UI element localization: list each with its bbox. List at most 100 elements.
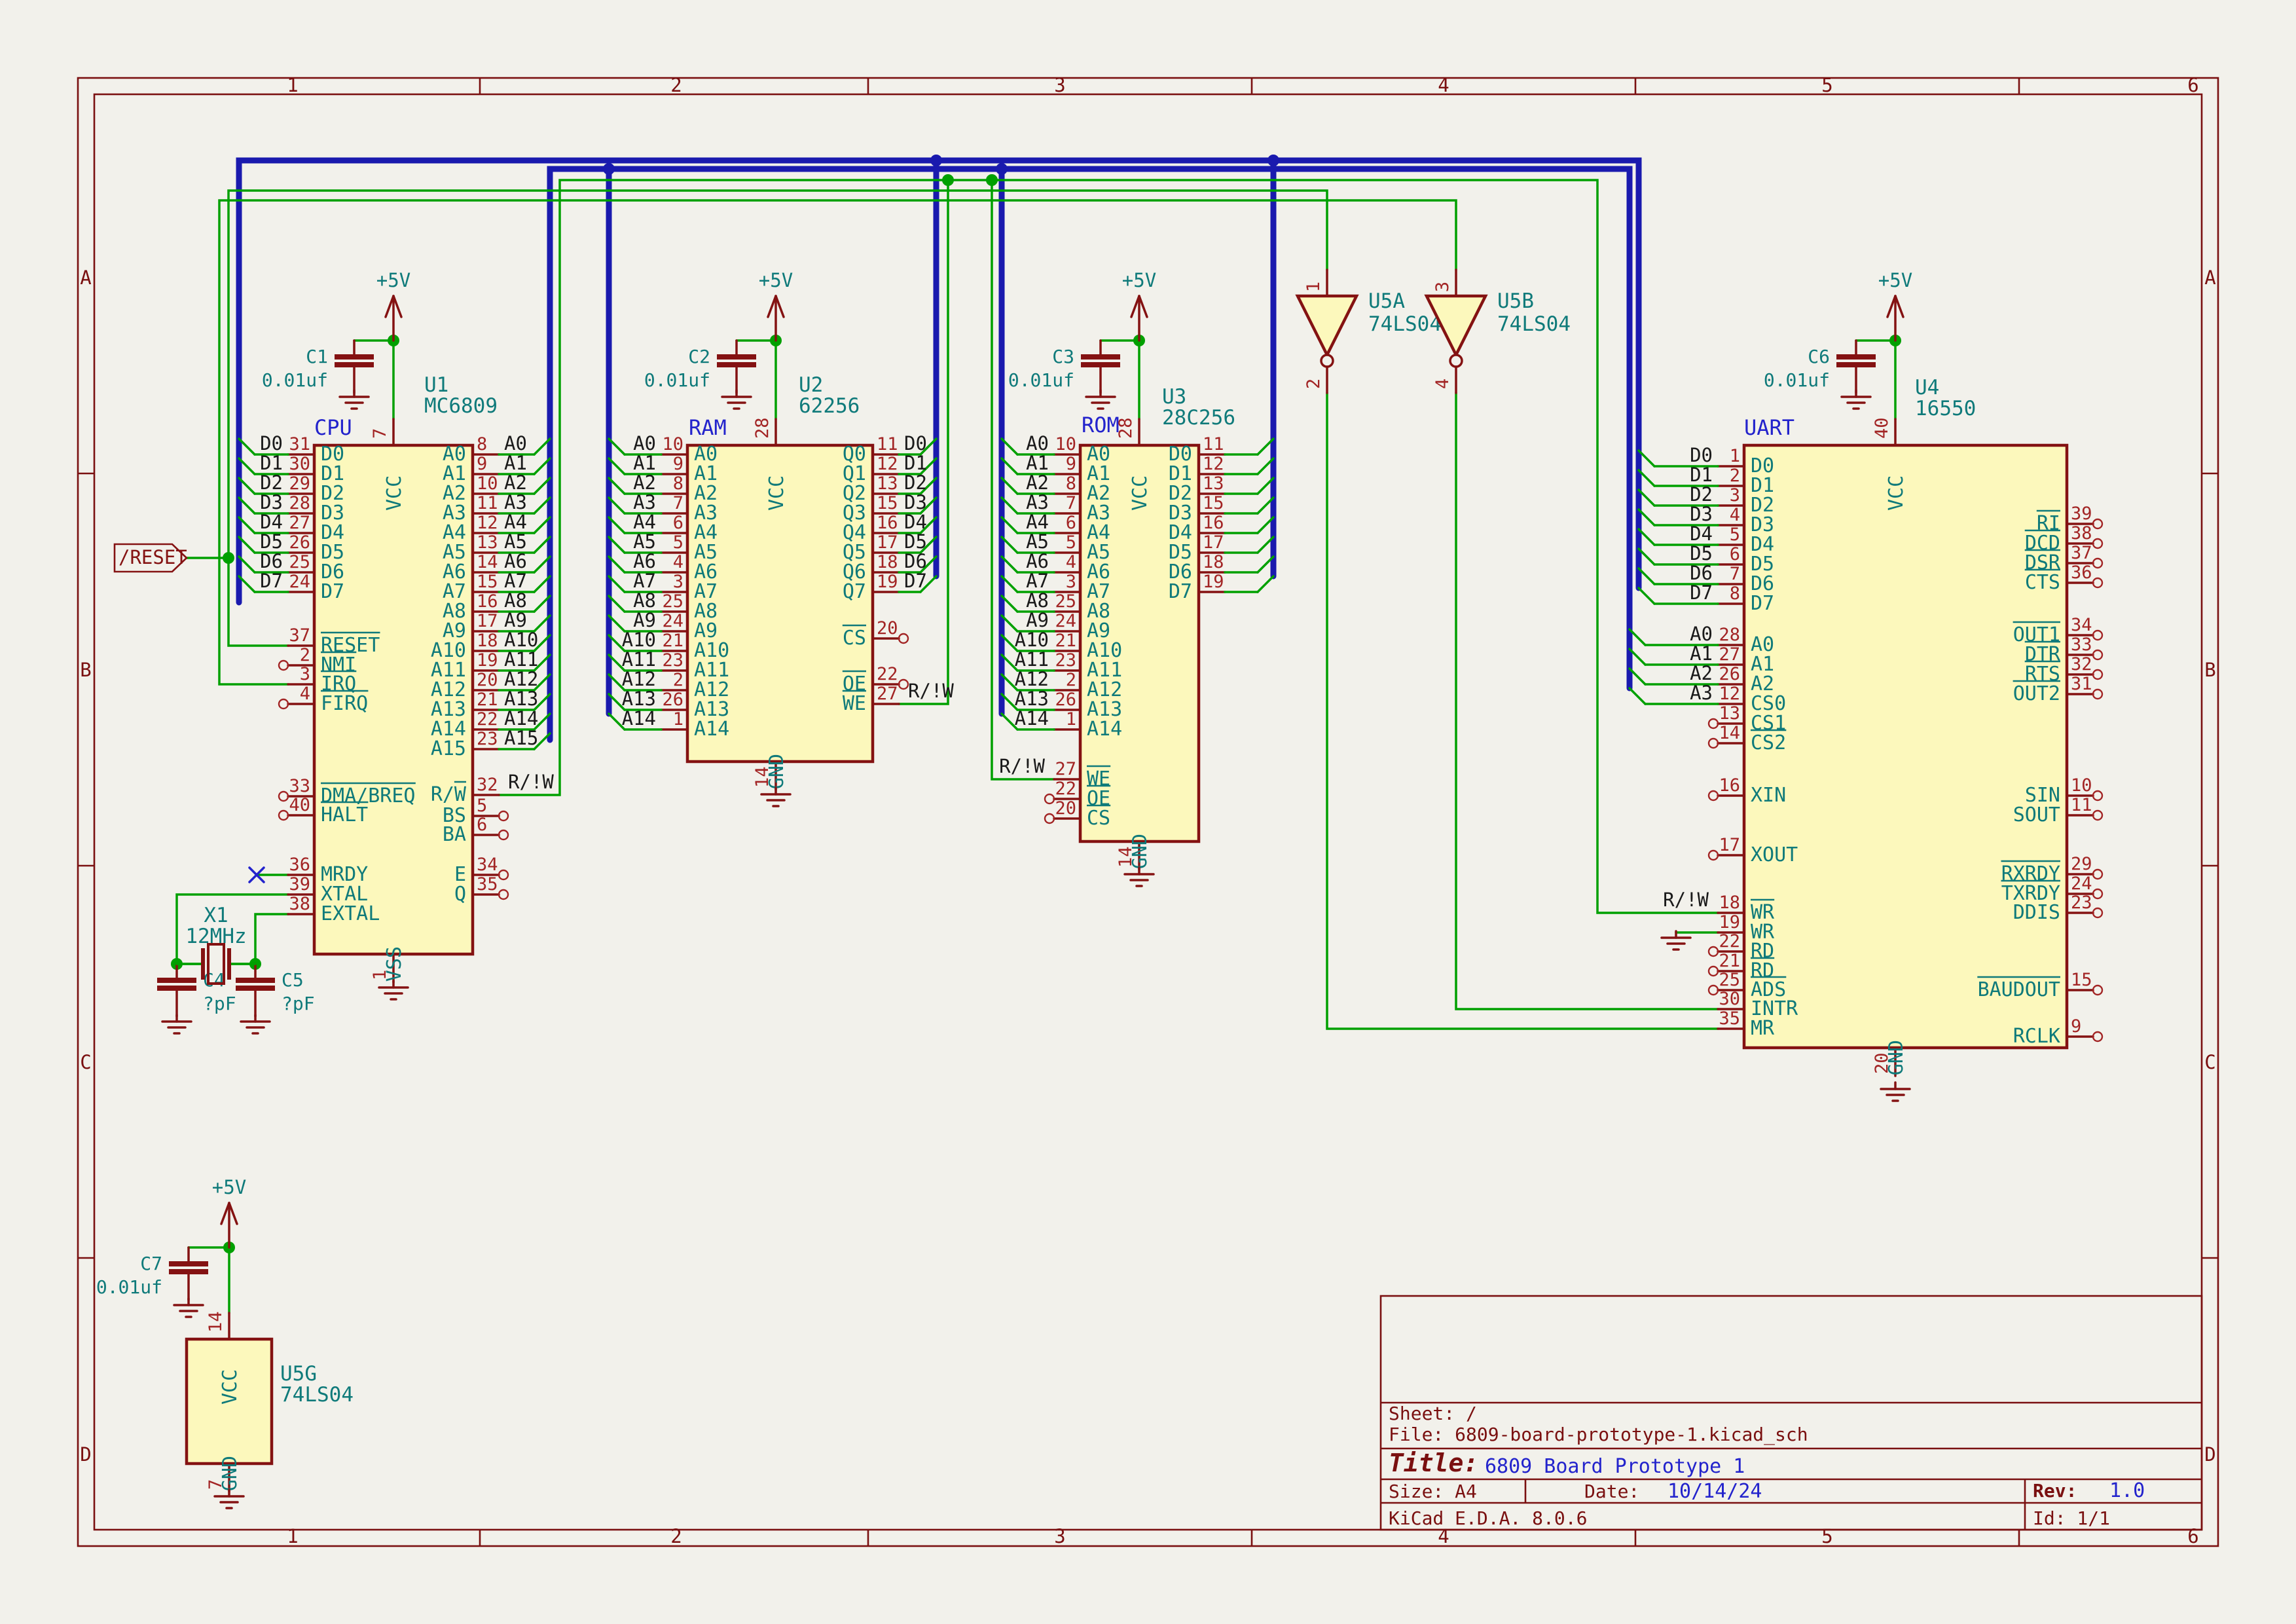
net-label: A9 [633,609,656,631]
pin-number: 4 [1066,552,1076,572]
pin-number: 19 [1719,912,1740,932]
net-label: D3 [904,491,927,513]
bus-entry [1258,576,1273,592]
chip-u1[interactable]: U1MC6809CPU7VCC1VSS31D0D030D1D129D2D228D… [239,373,554,982]
net-label: A13 [622,688,656,710]
net-label: A9 [1026,609,1049,631]
pin-number: 23 [477,729,498,749]
net-label: A1 [504,452,527,474]
value-u1: MC6809 [424,394,498,418]
wire-extal[interactable] [255,914,288,964]
net-label: D6 [260,550,283,572]
net-label: D4 [904,511,927,533]
pin-number: 23 [662,650,683,671]
net-label: A6 [633,550,656,572]
capacitor-c7[interactable]: C70.01uf [96,1247,208,1300]
ground-symbol[interactable] [340,390,369,409]
power-label: +5V [1122,269,1156,291]
net-label: A14 [504,707,538,729]
input-label-reset[interactable]: /RESET [115,544,187,572]
net-label: R/!W [999,755,1045,777]
net-label: A0 [504,432,527,454]
border-col-label: 1 [287,1525,298,1547]
pin-number: 27 [1719,644,1740,665]
ground-symbol[interactable] [1881,1082,1910,1101]
ground-symbol[interactable] [1662,931,1690,950]
pin-number: 2 [1730,466,1740,486]
border-col-label: 6 [2187,1525,2198,1547]
chip-body-u4[interactable] [1744,445,2067,1048]
capacitor-c2[interactable]: C20.01uf [644,341,756,393]
pin-number: 22 [877,664,898,684]
inverter-triangle[interactable] [1298,296,1357,355]
net-label: A11 [504,648,538,671]
pin-number: 39 [289,874,310,895]
chip-u2[interactable]: U262256RAM28VCC14GND10A0A09A1A18A2A27A3A… [609,373,954,790]
pin-number: 30 [1719,989,1740,1009]
net-label: A10 [1015,629,1049,651]
inverter-u5a[interactable]: 12U5A74LS04 [1298,270,1442,393]
ground-symbol[interactable] [761,788,790,806]
capacitor-c5[interactable]: C5?pF [236,964,315,1016]
refdes-u5a: U5A [1368,289,1405,313]
schematic-canvas[interactable]: 112233445566AABBCCDDU1MC6809CPU7VCC1VSS3… [0,0,2296,1624]
unconnected-pin-circle [2093,889,2102,898]
pin-number: 32 [477,775,498,795]
wire-reset[interactable] [1327,393,1718,1029]
tb-size: Size: A4 [1389,1481,1477,1502]
chip-u3[interactable]: U328C256ROM28VCC14GND10A0A09A1A18A2A27A3… [999,385,1273,870]
input-label-text: /RESET [118,546,187,568]
unconnected-pin-circle [1045,794,1054,803]
pin-name: SOUT [2013,803,2060,826]
junction [996,163,1008,175]
junction [942,174,954,186]
net-label: A0 [1690,623,1713,645]
power-flag-5v[interactable]: +5V [212,1176,246,1247]
pin-number: 25 [1719,970,1740,990]
pin-number: 2 [300,645,310,665]
pin-u1-a0[interactable]: 8A0A0 [443,432,550,466]
ground-symbol[interactable] [174,1299,203,1317]
net-label: D6 [904,550,927,572]
ground-symbol[interactable] [379,981,408,999]
pin-name: VCC [1129,475,1152,511]
border-row-label: A [2204,267,2215,289]
power-flag-5v[interactable]: +5V [1122,269,1156,341]
capacitor-c1[interactable]: C10.01uf [262,341,374,393]
net-label: A5 [633,530,656,553]
ground-symbol[interactable] [215,1490,244,1508]
ground-symbol[interactable] [1842,390,1870,409]
pin-name: A15 [431,737,466,760]
power-flag-5v[interactable]: +5V [759,269,793,341]
ground-symbol[interactable] [162,1015,191,1033]
net-label: A3 [1690,682,1713,704]
pin-number: 22 [1055,779,1076,799]
pin-number: 22 [1719,931,1740,951]
border-col-label: 4 [1438,74,1449,96]
pin-number: 1 [673,709,683,729]
pin-number: 17 [1203,532,1224,553]
chip-u5g[interactable]: U5G74LS0414VCC7GND [187,1311,354,1492]
pin-name: HALT [321,803,368,826]
pin-number: 25 [662,591,683,612]
net-label: A2 [504,471,527,494]
pin-name: VCC [383,475,406,511]
pin-number: 33 [2071,635,2092,655]
pin-number: 14 [477,552,498,572]
ground-symbol[interactable] [1125,868,1154,886]
ground-symbol[interactable] [241,1015,270,1033]
capacitor-c3[interactable]: C30.01uf [1008,341,1120,393]
unconnected-pin-circle [1709,791,1718,800]
tb-rev-label: Rev: [2033,1480,2077,1502]
ground-symbol[interactable] [722,390,751,409]
capacitor-c6[interactable]: C60.01uf [1764,341,1876,393]
pin-number: 12 [1719,684,1740,704]
chip-u4[interactable]: U416550UART40VCC20GND1D0D02D1D13D2D24D3D… [1630,376,2102,1076]
ground-symbol[interactable] [1086,390,1115,409]
pin-name: VCC [765,475,788,511]
pin-name: CS2 [1751,731,1786,754]
inverter-u5b[interactable]: 34U5B74LS04 [1427,270,1571,393]
power-flag-5v[interactable]: +5V [1878,269,1912,341]
pin-number: 23 [2071,893,2092,913]
power-flag-5v[interactable]: +5V [376,269,410,341]
